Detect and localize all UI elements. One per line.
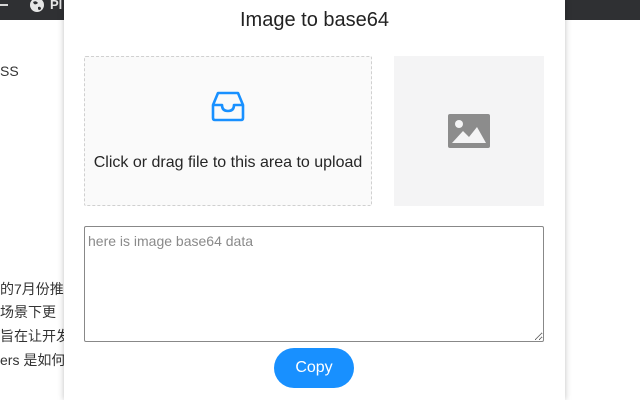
image-to-base64-popup: Image to base64 Click or drag file to th… [64, 0, 565, 400]
background-line: 的7月份推 [0, 281, 64, 297]
background-line: 旨在让开发 [0, 328, 70, 344]
background-line: 场景下更 [0, 304, 56, 320]
background-side-text: SS [0, 63, 19, 79]
base64-output-textarea[interactable] [84, 226, 544, 342]
image-icon [448, 114, 490, 148]
dropzone-text: Click or drag file to this area to uploa… [93, 154, 363, 171]
popup-title: Image to base64 [240, 9, 389, 31]
globe-icon [30, 0, 44, 12]
topbar-text: Pl [50, 0, 63, 12]
copy-button[interactable]: Copy [274, 348, 354, 388]
background-right [565, 20, 640, 400]
upload-dropzone[interactable]: Click or drag file to this area to uploa… [84, 56, 372, 206]
inbox-icon [211, 91, 245, 122]
background-line: ers 是如何 [0, 352, 66, 368]
topbar-dash [0, 4, 8, 6]
image-preview [394, 56, 544, 206]
